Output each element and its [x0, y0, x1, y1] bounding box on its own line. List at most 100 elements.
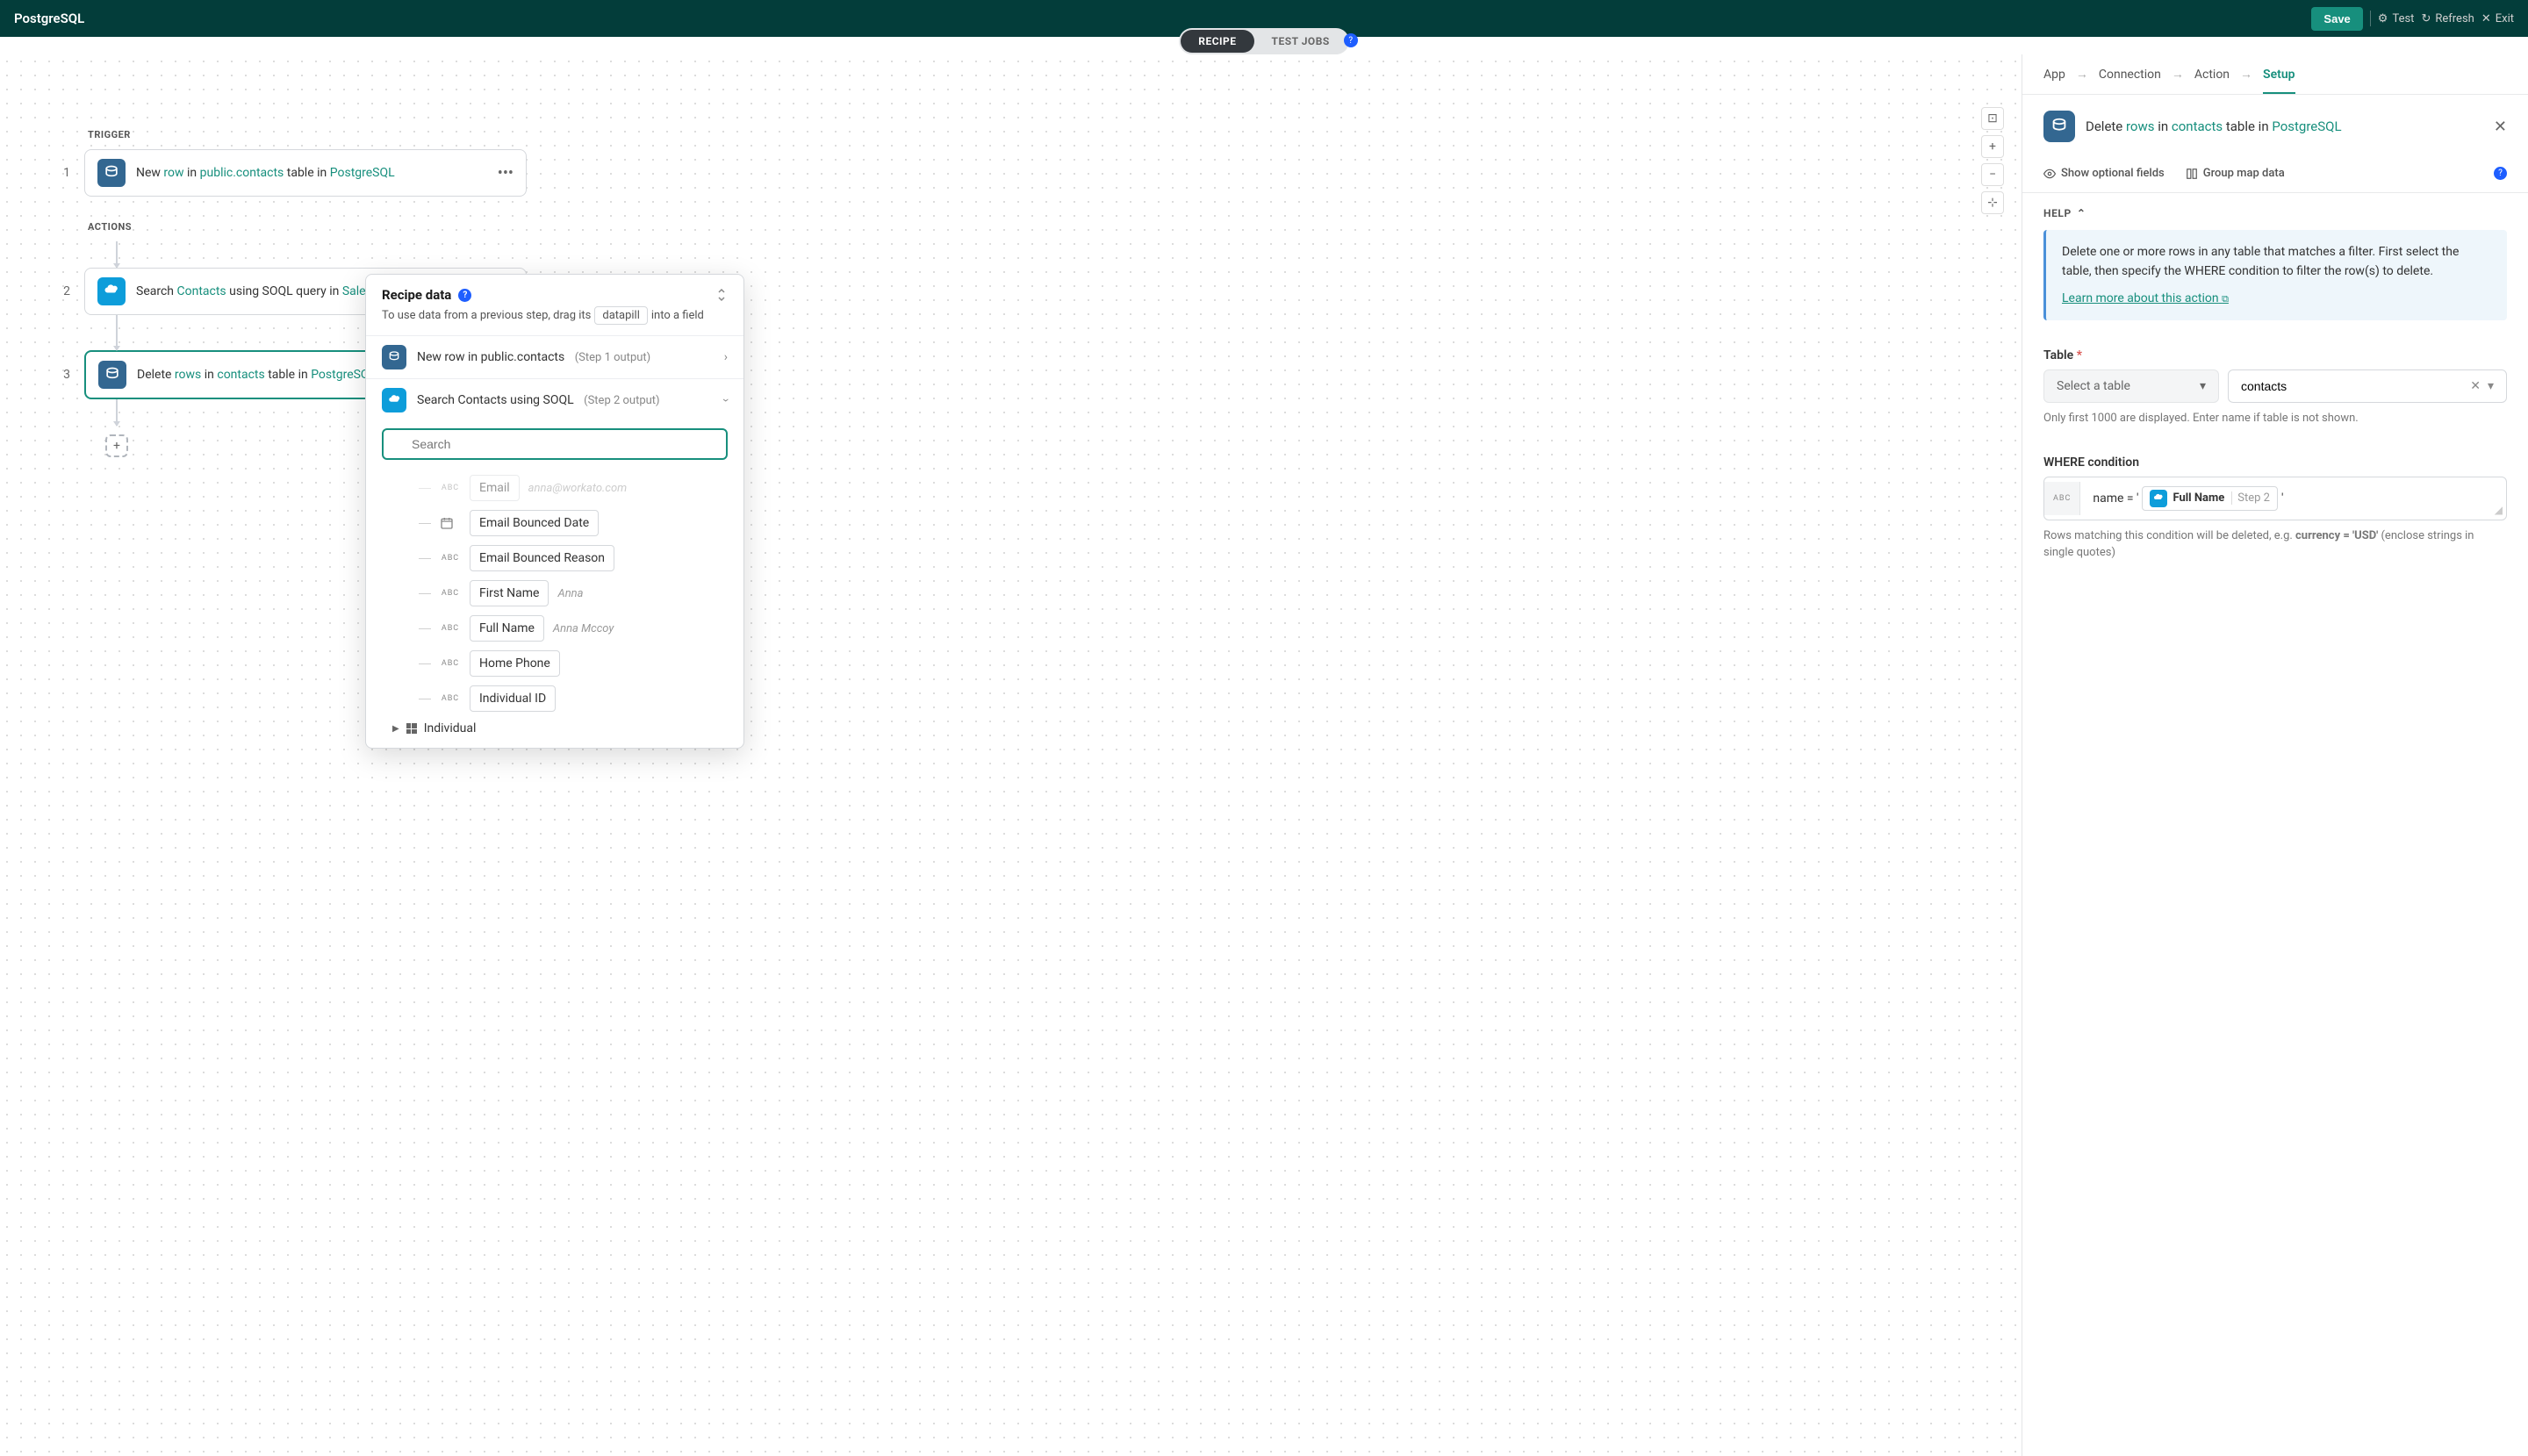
chevron-down-icon: ▾	[2200, 379, 2206, 393]
step-number: 2	[53, 284, 70, 298]
arrow-icon: →	[2076, 67, 2088, 82]
tab-test-jobs[interactable]: TEST JOBS	[1254, 30, 1347, 53]
help-icon[interactable]: ?	[458, 289, 471, 302]
page-title: PostgreSQL	[14, 11, 84, 26]
table-input[interactable]	[2241, 379, 2463, 393]
tab-recipe[interactable]: RECIPE	[1181, 30, 1253, 53]
branch	[419, 488, 431, 489]
table-input-wrap: ✕ ▾	[2228, 369, 2507, 403]
chevron-down-icon[interactable]: ▾	[2488, 379, 2494, 393]
chevron-up-icon: ⌃	[2077, 207, 2086, 219]
t: (Step 2 output)	[584, 394, 659, 407]
fit-button[interactable]: ⊡	[1981, 107, 2004, 130]
help-label[interactable]: HELP ⌃	[2043, 207, 2507, 219]
expand-icon[interactable]	[715, 287, 728, 303]
datapill-email-bounced-date[interactable]: Email Bounced Date	[419, 506, 728, 541]
t: Search	[136, 284, 176, 298]
t: New	[136, 166, 163, 180]
datapill-individual-tree[interactable]: ▶ Individual	[392, 716, 728, 741]
bc-connection[interactable]: Connection	[2099, 68, 2161, 82]
source-step2[interactable]: Search Contacts using SOQL (Step 2 outpu…	[366, 378, 743, 421]
datapill-individual-id[interactable]: ABC Individual ID	[419, 681, 728, 716]
source-step1[interactable]: New row in public.contacts (Step 1 outpu…	[366, 335, 743, 378]
help-section: HELP ⌃ Delete one or more rows in any ta…	[2022, 193, 2528, 334]
step-number: 3	[53, 368, 70, 382]
actions-label: ACTIONS	[88, 221, 527, 233]
test-label: Test	[2392, 12, 2414, 25]
step-card-1[interactable]: New row in public.contacts table in Post…	[84, 149, 527, 197]
center-button[interactable]: ⊹	[1981, 191, 2004, 214]
save-button[interactable]: Save	[2311, 7, 2362, 31]
show-optional-button[interactable]: Show optional fields	[2043, 167, 2165, 180]
pill[interactable]: Email Bounced Reason	[470, 545, 614, 571]
datapill-list: ABC Email anna@workato.com Email Bounced…	[366, 467, 743, 748]
table-select[interactable]: Select a table ▾	[2043, 369, 2219, 403]
t: Learn more about this action	[2062, 291, 2219, 305]
pill[interactable]: Individual ID	[470, 685, 556, 712]
t: table in	[265, 368, 311, 382]
test-button[interactable]: ⚙ Test	[2378, 12, 2415, 25]
caret-icon: ▶	[392, 724, 399, 734]
chevron-down-icon: ›	[719, 398, 733, 402]
branch	[419, 558, 431, 559]
where-input[interactable]: ABC name = ' Full Name Step 2 ' ◢	[2043, 477, 2507, 520]
t: rows	[175, 368, 201, 382]
clear-icon[interactable]: ✕	[2470, 379, 2481, 393]
connector	[116, 241, 527, 268]
pill[interactable]: Home Phone	[470, 650, 560, 677]
close-button[interactable]: ✕	[2494, 118, 2507, 136]
bc-app[interactable]: App	[2043, 68, 2065, 82]
zoom-in-button[interactable]: +	[1981, 135, 2004, 158]
type-badge: ABC	[440, 659, 461, 668]
t: Full Name	[2172, 491, 2224, 505]
add-step-button[interactable]: +	[105, 434, 128, 457]
t: currency = 'USD'	[2295, 529, 2378, 542]
where-help: Rows matching this condition will be del…	[2043, 527, 2507, 562]
panel-title-row: Delete rows in contacts table in Postgre…	[2022, 95, 2528, 158]
t: into a field	[651, 309, 704, 322]
datapill-email[interactable]: ABC Email anna@workato.com	[419, 470, 728, 506]
calendar-icon	[440, 516, 461, 530]
pill[interactable]: Full Name	[470, 615, 544, 642]
pill[interactable]: Email	[470, 475, 520, 501]
where-label: WHERE condition	[2043, 455, 2507, 470]
recipe-data-title: Recipe data ?	[382, 287, 471, 303]
pill[interactable]: First Name	[470, 580, 549, 606]
canvas[interactable]: ⊡ + − ⊹ TRIGGER 1 New row in public.cont…	[0, 54, 2022, 1456]
salesforce-icon	[97, 277, 126, 305]
branch	[419, 523, 431, 524]
datapill-full-name[interactable]: ABC Full Name Anna Mccoy	[419, 611, 728, 646]
pill[interactable]: Email Bounced Date	[470, 510, 599, 536]
main: ⊡ + − ⊹ TRIGGER 1 New row in public.cont…	[0, 54, 2528, 1456]
datapill-email-bounced-reason[interactable]: ABC Email Bounced Reason	[419, 541, 728, 576]
bc-action[interactable]: Action	[2194, 68, 2230, 82]
t: row	[163, 166, 183, 180]
datapill-full-name[interactable]: Full Name Step 2	[2142, 486, 2278, 511]
more-icon[interactable]: •••	[498, 164, 514, 183]
zoom-controls: ⊡ + − ⊹	[1981, 107, 2004, 214]
search-input[interactable]	[382, 428, 728, 460]
learn-more-link[interactable]: Learn more about this action ⧉	[2062, 291, 2229, 305]
header-actions: Save ⚙ Test ↻ Refresh ✕ Exit	[2311, 7, 2514, 31]
datapill-home-phone[interactable]: ABC Home Phone	[419, 646, 728, 681]
help-icon[interactable]: ?	[1344, 33, 1358, 47]
branch	[419, 628, 431, 629]
datapill-first-name[interactable]: ABC First Name Anna	[419, 576, 728, 611]
table-help: Only first 1000 are displayed. Enter nam…	[2043, 410, 2507, 427]
close-icon: ✕	[2481, 12, 2491, 25]
exit-button[interactable]: ✕ Exit	[2481, 12, 2514, 25]
step-number: 1	[53, 166, 70, 180]
divider	[2370, 11, 2371, 26]
panel-title: Delete rows in contacts table in Postgre…	[2086, 118, 2483, 134]
type-badge: ABC	[440, 554, 461, 563]
refresh-button[interactable]: ↻ Refresh	[2421, 12, 2474, 25]
arrow-icon: →	[2172, 67, 2184, 82]
resize-handle[interactable]: ◢	[2495, 504, 2503, 516]
help-icon[interactable]: ?	[2494, 167, 2507, 180]
group-map-button[interactable]: Group map data	[2186, 167, 2285, 180]
exit-label: Exit	[2496, 12, 2514, 25]
bc-setup[interactable]: Setup	[2263, 68, 2295, 94]
t: public.contacts	[200, 166, 284, 180]
sample: Anna	[557, 587, 583, 600]
zoom-out-button[interactable]: −	[1981, 163, 2004, 186]
